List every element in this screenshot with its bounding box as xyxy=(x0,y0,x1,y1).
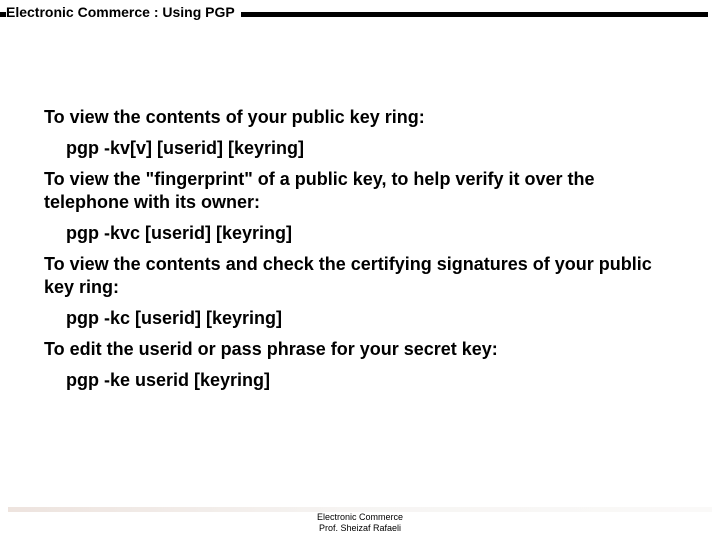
footer-line: Prof. Sheizaf Rafaeli xyxy=(0,523,720,534)
slide-title: Electronic Commerce : Using PGP xyxy=(6,4,241,20)
paragraph: To edit the userid or pass phrase for yo… xyxy=(44,338,672,361)
slide-footer: Electronic Commerce Prof. Sheizaf Rafael… xyxy=(0,512,720,534)
slide-header: Electronic Commerce : Using PGP xyxy=(0,4,720,26)
paragraph: To view the contents and check the certi… xyxy=(44,253,672,299)
footer-line: Electronic Commerce xyxy=(0,512,720,523)
slide-content: To view the contents of your public key … xyxy=(0,26,720,392)
paragraph: To view the contents of your public key … xyxy=(44,106,672,129)
command-line: pgp -kvc [userid] [keyring] xyxy=(44,222,672,245)
command-line: pgp -kv[v] [userid] [keyring] xyxy=(44,137,672,160)
command-line: pgp -kc [userid] [keyring] xyxy=(44,307,672,330)
command-line: pgp -ke userid [keyring] xyxy=(44,369,672,392)
footer-rule xyxy=(8,507,712,512)
paragraph: To view the "fingerprint" of a public ke… xyxy=(44,168,672,214)
